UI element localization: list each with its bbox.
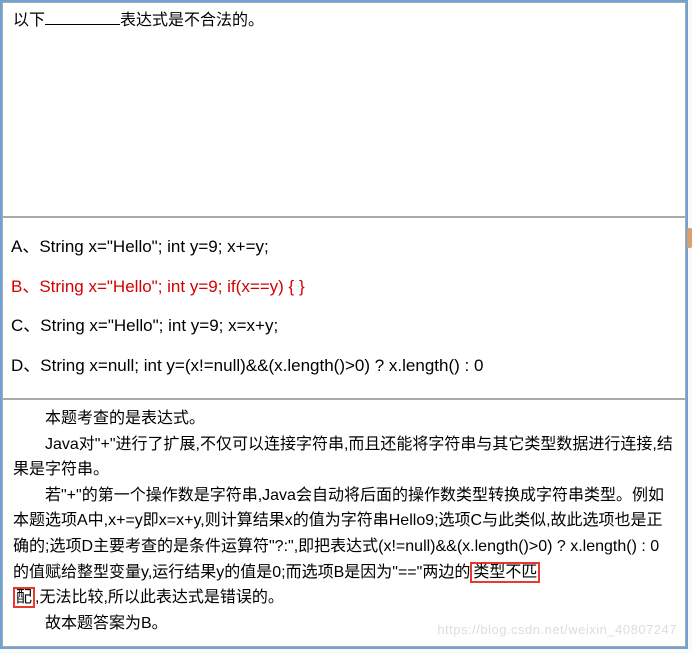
- options-panel: A、String x="Hello"; int y=9; x+=y; B、Str…: [2, 217, 686, 399]
- question-document: 以下 表达式是不合法的。 A、String x="Hello"; int y=9;…: [0, 0, 688, 649]
- explain-line-4: 故本题答案为B。: [13, 611, 675, 637]
- explain-3b: ,无法比较,所以此表达式是错误的。: [35, 589, 284, 606]
- explain-3a: 若"+"的第一个操作数是字符串,Java会自动将后面的操作数类型转换成字符串类型…: [13, 487, 664, 581]
- question-suffix: 表达式是不合法的。: [120, 12, 264, 29]
- option-a[interactable]: A、String x="Hello"; int y=9; x+=y;: [11, 234, 677, 260]
- explain-line-1: 本题考查的是表达式。: [13, 406, 675, 432]
- option-b[interactable]: B、String x="Hello"; int y=9; if(x==y) { …: [11, 274, 677, 300]
- highlight-type-mismatch-2: 配: [13, 587, 35, 608]
- explain-line-3b: 配,无法比较,所以此表达式是错误的。: [13, 585, 675, 611]
- question-stem-panel: 以下 表达式是不合法的。: [2, 2, 686, 217]
- explain-line-2: Java对"+"进行了扩展,不仅可以连接字符串,而且还能将字符串与其它类型数据进…: [13, 432, 675, 483]
- scroll-indicator: [687, 228, 692, 248]
- blank-underline: [45, 9, 120, 25]
- option-c[interactable]: C、String x="Hello"; int y=9; x=x+y;: [11, 313, 677, 339]
- question-prefix: 以下: [13, 12, 45, 29]
- highlight-type-mismatch-1: 类型不匹: [470, 562, 540, 583]
- explanation-panel: 本题考查的是表达式。 Java对"+"进行了扩展,不仅可以连接字符串,而且还能将…: [2, 399, 686, 647]
- option-d[interactable]: D、String x=null; int y=(x!=null)&&(x.len…: [11, 353, 677, 379]
- explain-line-3: 若"+"的第一个操作数是字符串,Java会自动将后面的操作数类型转换成字符串类型…: [13, 483, 675, 585]
